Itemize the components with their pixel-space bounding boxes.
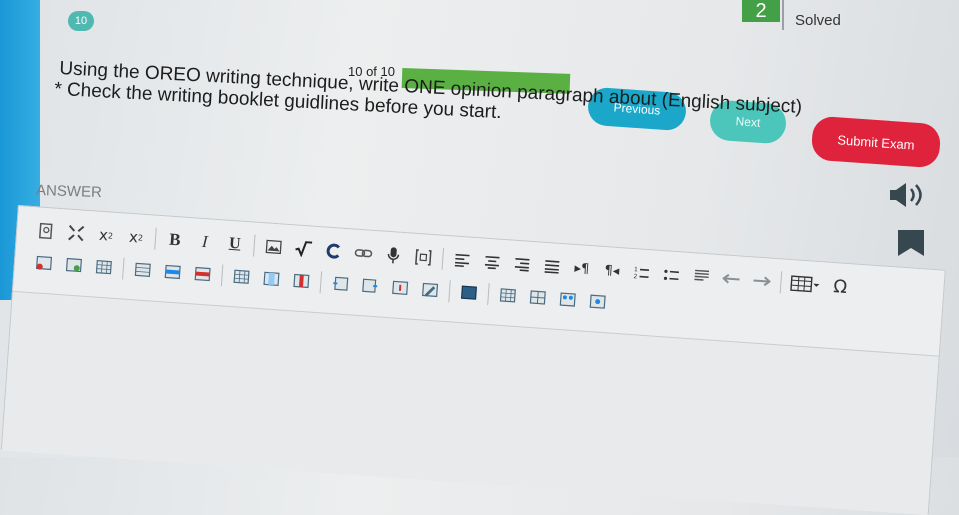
italic-button[interactable]: I: [189, 228, 221, 256]
align-justify-icon[interactable]: [536, 252, 568, 280]
table-properties-icon[interactable]: [58, 251, 90, 279]
column-insert-before-icon[interactable]: [324, 270, 356, 298]
undo-icon[interactable]: [716, 265, 748, 293]
table-cell-props-icon[interactable]: [88, 253, 120, 281]
row-insert-before-icon[interactable]: [127, 256, 159, 284]
answer-label: ANSWER: [35, 181, 103, 202]
bold-button[interactable]: B: [159, 226, 191, 254]
column-delete-icon[interactable]: [286, 267, 318, 295]
microphone-icon[interactable]: [378, 241, 410, 269]
solved-divider: [782, 0, 784, 30]
find-icon[interactable]: [30, 217, 62, 245]
maximize-icon[interactable]: [60, 219, 92, 247]
text-direction-ltr-icon[interactable]: ▸¶: [566, 254, 598, 282]
toolbar-separator: [441, 247, 445, 270]
align-left-icon[interactable]: [446, 246, 478, 274]
table-grid-icon[interactable]: [492, 281, 524, 309]
toolbar-separator: [252, 234, 256, 257]
submit-exam-button[interactable]: Submit Exam: [810, 115, 942, 169]
table-rows-icon[interactable]: [522, 283, 554, 311]
cell-split-icon[interactable]: [384, 274, 416, 302]
chemistry-icon[interactable]: [318, 237, 350, 265]
link-icon[interactable]: [348, 239, 380, 267]
image-icon[interactable]: [258, 233, 290, 261]
text-direction-rtl-icon[interactable]: ¶◂: [596, 257, 628, 285]
format-block-icon[interactable]: [686, 263, 718, 291]
row-insert-after-icon[interactable]: [157, 258, 189, 286]
svg-text:2: 2: [633, 273, 637, 280]
bookmark-icon[interactable]: [896, 228, 926, 258]
superscript-button[interactable]: x2: [120, 223, 152, 251]
toolbar-separator: [154, 227, 157, 250]
column-insert-after-icon[interactable]: [354, 272, 386, 300]
solved-label: Solved: [795, 12, 841, 29]
align-right-icon[interactable]: [506, 250, 538, 278]
toolbar-separator: [448, 280, 451, 303]
row-cut-icon[interactable]: [256, 265, 288, 293]
table-layout-icon[interactable]: [453, 279, 485, 307]
code-snippet-icon[interactable]: [407, 243, 439, 271]
subscript-button[interactable]: x2: [90, 221, 122, 249]
toolbar-separator: [319, 271, 323, 294]
numbered-list-icon[interactable]: 12: [626, 259, 658, 287]
table-insert-icon[interactable]: [785, 270, 827, 299]
bulleted-list-icon[interactable]: [656, 261, 688, 289]
table-cols-icon[interactable]: [582, 288, 614, 316]
redo-icon[interactable]: [746, 267, 778, 295]
table-delete-icon[interactable]: [28, 249, 60, 277]
row-delete-icon[interactable]: [187, 260, 219, 288]
math-sqrt-icon[interactable]: [288, 235, 320, 263]
toolbar-separator: [779, 271, 783, 294]
underline-button[interactable]: U: [219, 230, 251, 258]
toolbar-separator: [122, 257, 125, 280]
question-number-badge: 10: [68, 11, 94, 31]
speaker-icon[interactable]: [888, 182, 930, 208]
row-props-icon[interactable]: [226, 263, 258, 291]
solved-count-badge: 2: [742, 0, 780, 22]
cell-merge-icon[interactable]: [414, 276, 446, 304]
align-center-icon[interactable]: [476, 248, 508, 276]
toolbar-separator: [220, 264, 224, 287]
toolbar-separator: [487, 283, 490, 306]
table-cells-icon[interactable]: [552, 286, 584, 314]
special-character-button[interactable]: Ω: [824, 273, 856, 301]
answer-editor: x2 x2 B I U ▸¶ ¶◂ 1 2 Ω: [0, 205, 946, 515]
